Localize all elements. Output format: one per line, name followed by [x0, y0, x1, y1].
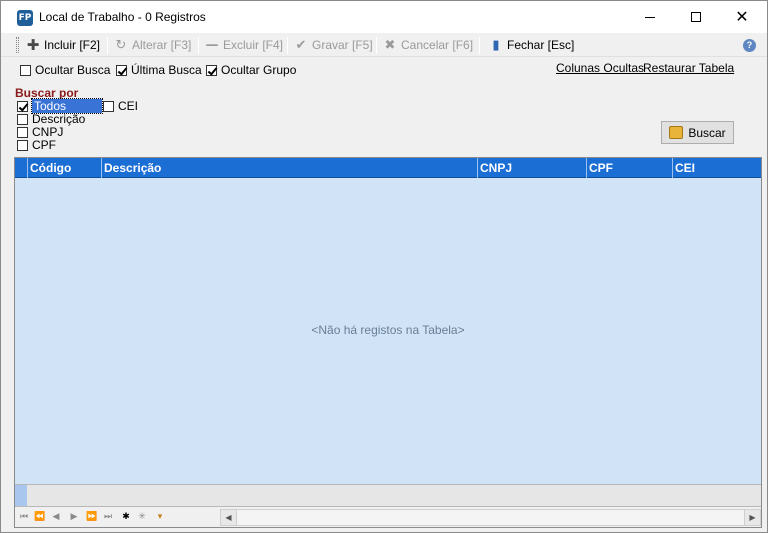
close-icon: ✕	[735, 7, 749, 26]
checkbox-box	[17, 100, 28, 112]
row-indicator-header	[15, 158, 27, 178]
ocultar-busca-label: Ocultar Busca	[35, 63, 111, 77]
minimize-icon	[645, 16, 655, 18]
ocultar-grupo-label: Ocultar Grupo	[221, 63, 297, 77]
scroll-left-icon[interactable]: ◀	[221, 510, 237, 525]
cei-checkbox[interactable]: CEI	[103, 99, 138, 113]
data-grid[interactable]: Código Descrição CNPJ CPF CEI <Não há re…	[14, 157, 762, 528]
checkbox-box	[17, 126, 28, 138]
checkbox-box	[116, 64, 127, 76]
minus-icon: —	[205, 37, 219, 53]
column-header-cei[interactable]: CEI	[672, 158, 761, 178]
ultima-busca-checkbox[interactable]: Última Busca	[116, 63, 202, 77]
checkbox-box	[17, 139, 28, 151]
ocultar-grupo-checkbox[interactable]: Ocultar Grupo	[206, 63, 296, 77]
column-header-cnpj[interactable]: CNPJ	[477, 158, 586, 178]
toolbar-grip[interactable]	[16, 37, 19, 53]
ocultar-busca-checkbox[interactable]: Ocultar Busca	[20, 63, 110, 77]
restaurar-tabela-link[interactable]: Restaurar Tabela	[643, 61, 734, 75]
incluir-label: Incluir [F2]	[44, 38, 101, 52]
alterar-button[interactable]: ↻ Alterar [F3]	[113, 35, 192, 55]
minimize-button[interactable]	[627, 1, 673, 33]
add-icon: ✚	[26, 36, 40, 54]
next-page-icon[interactable]: ⏩	[85, 510, 99, 524]
toolbar-separator	[198, 37, 199, 54]
previous-page-icon[interactable]: ⏪	[33, 510, 47, 524]
descricao-label: Descrição	[32, 112, 86, 126]
refresh-icon: ↻	[115, 37, 127, 53]
toolbar-separator	[479, 37, 480, 54]
insert-record-icon[interactable]: ✱	[119, 510, 133, 524]
grid-navigator: ⏮ ⏪ ◀ ▶ ⏩ ⏭ ✱ ✳ ▾ ◀ ▶	[15, 506, 761, 527]
gravar-button[interactable]: ✔ Gravar [F5]	[293, 35, 373, 55]
cnpj-label: CNPJ	[32, 125, 64, 139]
grid-header: Código Descrição CNPJ CPF CEI	[15, 158, 761, 178]
alterar-label: Alterar [F3]	[132, 38, 192, 52]
todos-label: Todos	[31, 98, 103, 114]
buscar-label: Buscar	[688, 125, 726, 140]
toolbar-separator	[287, 37, 288, 54]
app-icon: FP	[17, 10, 33, 26]
cancelar-label: Cancelar [F6]	[401, 38, 474, 52]
last-record-icon[interactable]: ⏭	[101, 510, 115, 524]
close-button[interactable]: ✕	[719, 1, 765, 33]
first-record-icon[interactable]: ⏮	[17, 510, 31, 524]
toolbar-separator	[107, 37, 108, 54]
search-folder-icon	[669, 126, 684, 139]
cpf-checkbox[interactable]: CPF	[17, 138, 56, 152]
scroll-right-icon[interactable]: ▶	[744, 510, 760, 525]
fechar-button[interactable]: ▮ Fechar [Esc]	[488, 35, 574, 55]
descricao-checkbox[interactable]: Descrição	[17, 112, 85, 126]
excluir-label: Excluir [F4]	[223, 38, 284, 52]
checkbox-box	[17, 113, 28, 125]
filter-icon[interactable]: ▾	[153, 510, 167, 524]
cancelar-button[interactable]: ✖ Cancelar [F6]	[382, 35, 473, 55]
filter-row-indicator	[15, 485, 27, 507]
buscar-por-title: Buscar por	[15, 86, 79, 100]
cancel-icon: ✖	[384, 37, 396, 53]
column-header-codigo[interactable]: Código	[27, 158, 101, 178]
empty-table-message: <Não há registos na Tabela>	[311, 323, 465, 337]
buscar-button[interactable]: Buscar	[661, 121, 734, 144]
filter-row[interactable]	[15, 484, 761, 507]
door-icon: ▮	[492, 37, 500, 53]
column-header-descricao[interactable]: Descrição	[101, 158, 477, 178]
gravar-label: Gravar [F5]	[312, 38, 373, 52]
horizontal-scrollbar[interactable]: ◀ ▶	[220, 509, 761, 526]
todos-checkbox[interactable]: Todos	[17, 98, 103, 114]
append-record-icon[interactable]: ✳	[135, 510, 149, 524]
column-header-cpf[interactable]: CPF	[586, 158, 672, 178]
toolbar: ✚ Incluir [F2] ↻ Alterar [F3] — Excluir …	[1, 33, 767, 57]
title-bar: FP Local de Trabalho - 0 Registros ✕	[1, 1, 767, 33]
maximize-icon	[691, 12, 701, 22]
next-record-icon[interactable]: ▶	[67, 510, 81, 524]
ultima-busca-label: Última Busca	[131, 63, 202, 77]
maximize-button[interactable]	[673, 1, 719, 33]
check-icon: ✔	[295, 37, 307, 53]
fechar-label: Fechar [Esc]	[507, 38, 575, 52]
checkbox-box	[206, 64, 217, 76]
checkbox-box	[20, 64, 31, 76]
window-title: Local de Trabalho - 0 Registros	[39, 10, 206, 24]
cnpj-checkbox[interactable]: CNPJ	[17, 125, 63, 139]
main-window: FP Local de Trabalho - 0 Registros ✕ ✚ I…	[0, 0, 768, 533]
help-icon[interactable]: ?	[743, 39, 756, 52]
incluir-button[interactable]: ✚ Incluir [F2]	[25, 35, 100, 55]
previous-record-icon[interactable]: ◀	[49, 510, 63, 524]
excluir-button[interactable]: — Excluir [F4]	[204, 35, 284, 55]
cei-label: CEI	[118, 99, 139, 113]
colunas-ocultas-link[interactable]: Colunas Ocultas	[556, 61, 644, 75]
toolbar-separator	[376, 37, 377, 54]
checkbox-box	[103, 100, 114, 112]
cpf-label: CPF	[32, 138, 56, 152]
